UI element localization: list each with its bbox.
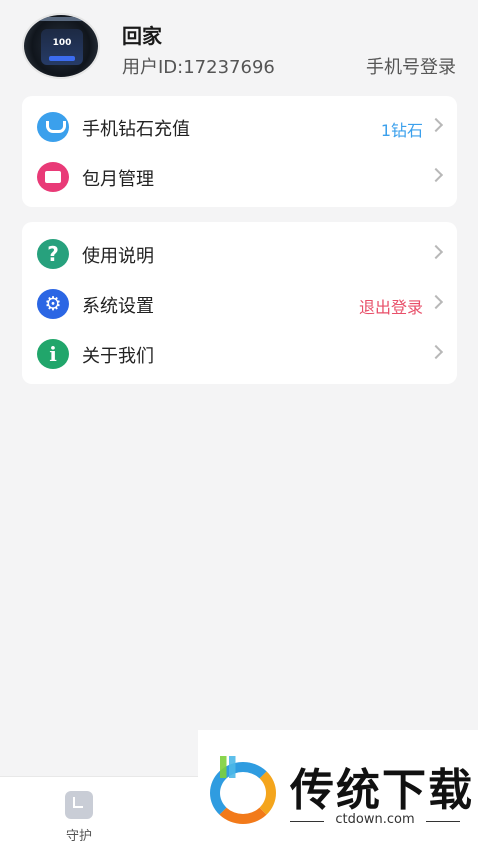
gear-icon: ⚙	[37, 289, 69, 319]
tab-label: 守护	[65, 829, 92, 844]
menu-item-label: 关于我们	[82, 346, 154, 367]
menu-item-instructions[interactable]: ? 使用说明	[22, 229, 457, 279]
watermark-title: 传统下载	[290, 765, 474, 816]
diamond-balance: 1钻石	[380, 121, 423, 140]
menu-item-label: 系统设置	[82, 296, 154, 317]
help-icon: ?	[37, 239, 69, 269]
watermark-subtitle: ctdown.com	[290, 812, 460, 827]
chevron-right-icon	[428, 344, 444, 360]
watch-screen: 100	[41, 29, 83, 65]
menu-item-monthly-management[interactable]: 包月管理	[22, 152, 457, 202]
menu-item-system-settings[interactable]: ⚙ 系统设置 退出登录	[22, 279, 457, 329]
watch-band-icon	[30, 17, 92, 21]
chevron-right-icon	[428, 167, 444, 183]
menu-item-label: 使用说明	[82, 246, 154, 267]
account-card: 手机钻石充值 1钻石 包月管理	[22, 96, 457, 207]
chevron-right-icon	[428, 117, 444, 133]
chevron-right-icon	[428, 244, 444, 260]
menu-item-label: 包月管理	[82, 169, 154, 190]
ctdown-logo-icon	[206, 754, 280, 828]
settings-card: ? 使用说明 ⚙ 系统设置 退出登录 i 关于我们	[22, 222, 457, 384]
info-icon: i	[37, 339, 69, 369]
watermark-overlay: 传统下载 ctdown.com	[198, 730, 478, 850]
watch-screen-text: 100	[52, 38, 72, 48]
profile-header: 100 回家 用户ID:17237696 手机号登录	[0, 0, 478, 92]
chevron-right-icon	[428, 294, 444, 310]
diamond-icon	[37, 112, 69, 142]
avatar[interactable]: 100	[22, 13, 100, 79]
tab-guard[interactable]: 守护	[50, 789, 110, 845]
phone-login-link[interactable]: 手机号登录	[366, 53, 456, 79]
logout-link[interactable]: 退出登录	[359, 294, 423, 318]
watch-screen-bar	[49, 56, 75, 61]
username: 回家	[122, 24, 162, 48]
menu-item-about-us[interactable]: i 关于我们	[22, 329, 457, 379]
wallet-icon	[37, 162, 69, 192]
menu-item-label: 手机钻石充值	[82, 119, 190, 140]
watch-clock-icon	[65, 791, 93, 819]
menu-item-diamond-recharge[interactable]: 手机钻石充值 1钻石	[22, 102, 457, 152]
user-id: 用户ID:17237696	[122, 57, 275, 78]
